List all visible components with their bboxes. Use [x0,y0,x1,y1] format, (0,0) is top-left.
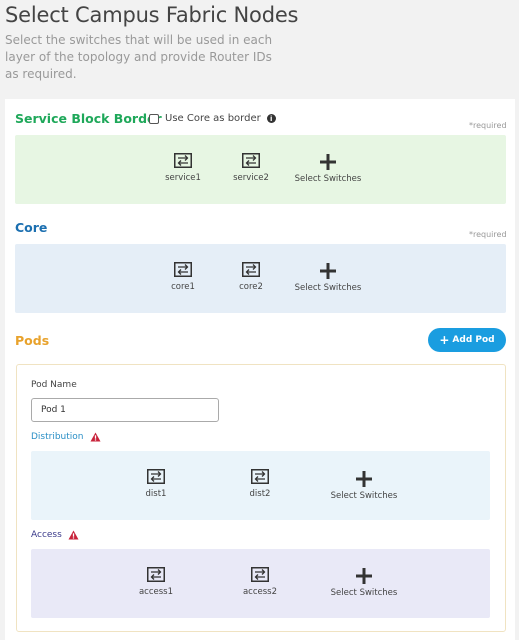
switch-icon [251,567,269,582]
service-block-title: Service Block Border [15,111,162,126]
core-required: *required [469,230,507,239]
switch-icon [242,153,260,168]
switch-node-core1[interactable]: core1 [153,262,213,292]
select-switches-label: Select Switches [330,588,398,598]
switch-node-access2[interactable]: access2 [230,567,290,597]
distribution-label: Distribution [31,432,84,442]
add-pod-button[interactable]: + Add Pod [428,328,506,352]
switch-node-dist1[interactable]: dist1 [126,469,186,499]
service-block-required: *required [469,121,507,130]
plus-icon: + [439,333,450,347]
switch-node-label: access1 [138,587,174,597]
add-pod-label: Add Pod [452,335,495,345]
switch-node-label: access2 [242,587,278,597]
info-icon[interactable]: i [266,114,276,123]
pod-name-input[interactable] [31,398,219,422]
select-switches-label: Select Switches [294,283,362,293]
access-label: Access [31,530,62,540]
pod-name-label: Pod Name [31,380,77,390]
core-select-switches-button[interactable]: Select Switches [293,262,363,293]
plus-icon [320,263,336,279]
switch-icon [251,469,269,484]
plus-icon [356,471,372,487]
use-core-as-border-checkbox[interactable] [149,113,159,124]
switch-icon [147,567,165,582]
switch-node-label: core2 [239,282,263,292]
plus-icon [320,154,336,170]
select-switches-label: Select Switches [330,491,398,501]
switch-node-access1[interactable]: access1 [126,567,186,597]
distribution-heading: Distribution [31,432,101,442]
plus-icon [356,568,372,584]
switch-node-core2[interactable]: core2 [221,262,281,292]
switch-icon [242,262,260,277]
switch-node-label: dist1 [145,489,167,499]
page-subtitle: Select the switches that will be used in… [5,33,273,81]
page-header: Select Campus Fabric Nodes Select the sw… [0,0,519,99]
use-core-as-border-label: Use Core as border [165,113,261,124]
warning-icon [90,432,101,442]
switch-icon [174,153,192,168]
switch-node-service1[interactable]: service1 [153,153,213,183]
access-heading: Access [31,530,79,540]
switch-node-dist2[interactable]: dist2 [230,469,290,499]
page-title: Select Campus Fabric Nodes [5,3,299,27]
core-title: Core [15,220,48,235]
pods-title: Pods [15,333,50,348]
switch-node-label: service1 [165,173,201,183]
switch-icon [174,262,192,277]
warning-icon [68,530,79,540]
switch-node-service2[interactable]: service2 [221,153,281,183]
switch-node-label: dist2 [249,489,271,499]
access-select-switches-button[interactable]: Select Switches [329,567,399,598]
select-switches-label: Select Switches [294,174,362,184]
service-block-select-switches-button[interactable]: Select Switches [293,153,363,184]
switch-node-label: core1 [171,282,195,292]
use-core-as-border-toggle[interactable]: Use Core as border i [149,113,276,124]
switch-node-label: service2 [233,173,269,183]
switch-icon [147,469,165,484]
distribution-select-switches-button[interactable]: Select Switches [329,470,399,501]
